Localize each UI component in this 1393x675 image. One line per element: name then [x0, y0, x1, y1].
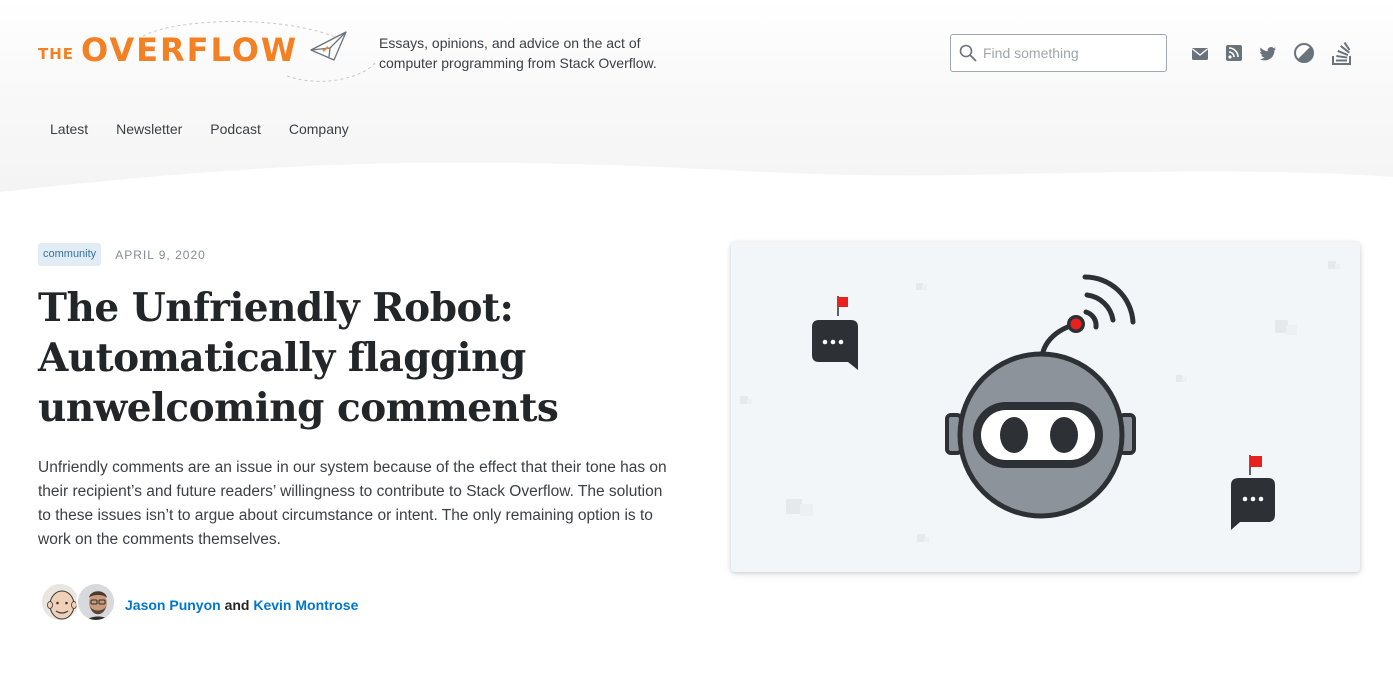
envelope-icon — [1192, 48, 1208, 60]
search-box[interactable] — [950, 34, 1167, 72]
hero-image[interactable] — [731, 242, 1360, 572]
search-icon — [959, 44, 977, 62]
article-title[interactable]: The Unfriendly Robot: Automatically flag… — [38, 283, 678, 433]
robot-head — [945, 351, 1136, 519]
theme-toggle-icon — [1294, 43, 1314, 63]
tag-badge[interactable]: community — [38, 243, 102, 266]
header-wave-divider — [0, 162, 1393, 210]
main-nav: Latest Newsletter Podcast Company — [36, 118, 363, 140]
stackoverflow-link[interactable] — [1331, 42, 1353, 65]
twitter-link[interactable] — [1259, 42, 1277, 64]
email-link[interactable] — [1191, 42, 1209, 64]
byline: Jason Punyon and Kevin Montrose — [125, 597, 358, 613]
avatar-kevin-montrose — [78, 584, 114, 620]
nav-item-podcast[interactable]: Podcast — [196, 118, 275, 140]
rss-icon — [1226, 45, 1242, 61]
site-tagline: Essays, opinions, and advice on the act … — [379, 35, 657, 71]
flagged-comment-right — [1231, 455, 1275, 530]
author-link-jason[interactable]: Jason Punyon — [125, 597, 221, 613]
avatar[interactable] — [40, 582, 80, 622]
rss-link[interactable] — [1225, 42, 1243, 64]
site-logo[interactable]: THE OVERFLOW — [37, 18, 376, 84]
flagged-comment-left — [812, 296, 858, 370]
nav-item-latest[interactable]: Latest — [36, 118, 102, 140]
logo-overflow-text: OVERFLOW — [81, 31, 299, 69]
author-joiner: and — [224, 597, 250, 613]
robot-antenna — [1039, 274, 1136, 369]
nav-item-newsletter[interactable]: Newsletter — [102, 118, 196, 140]
robot-illustration — [740, 261, 1340, 542]
article-meta: community APRIL 9, 2020 — [38, 243, 206, 266]
paper-plane-icon — [310, 31, 347, 61]
stackoverflow-icon — [1332, 42, 1351, 65]
logo-the-text: THE — [38, 45, 75, 63]
theme-toggle[interactable] — [1293, 42, 1315, 64]
twitter-icon — [1259, 47, 1276, 61]
publish-date: APRIL 9, 2020 — [115, 247, 206, 262]
site-header: THE OVERFLOW Essays, opinions, and advic… — [0, 0, 1393, 210]
nav-item-company[interactable]: Company — [275, 118, 363, 140]
author-link-kevin[interactable]: Kevin Montrose — [253, 597, 358, 613]
avatar-jason-punyon — [42, 584, 78, 620]
avatar[interactable] — [76, 582, 116, 622]
article-excerpt: Unfriendly comments are an issue in our … — [38, 459, 667, 548]
search-input[interactable] — [983, 43, 1158, 63]
